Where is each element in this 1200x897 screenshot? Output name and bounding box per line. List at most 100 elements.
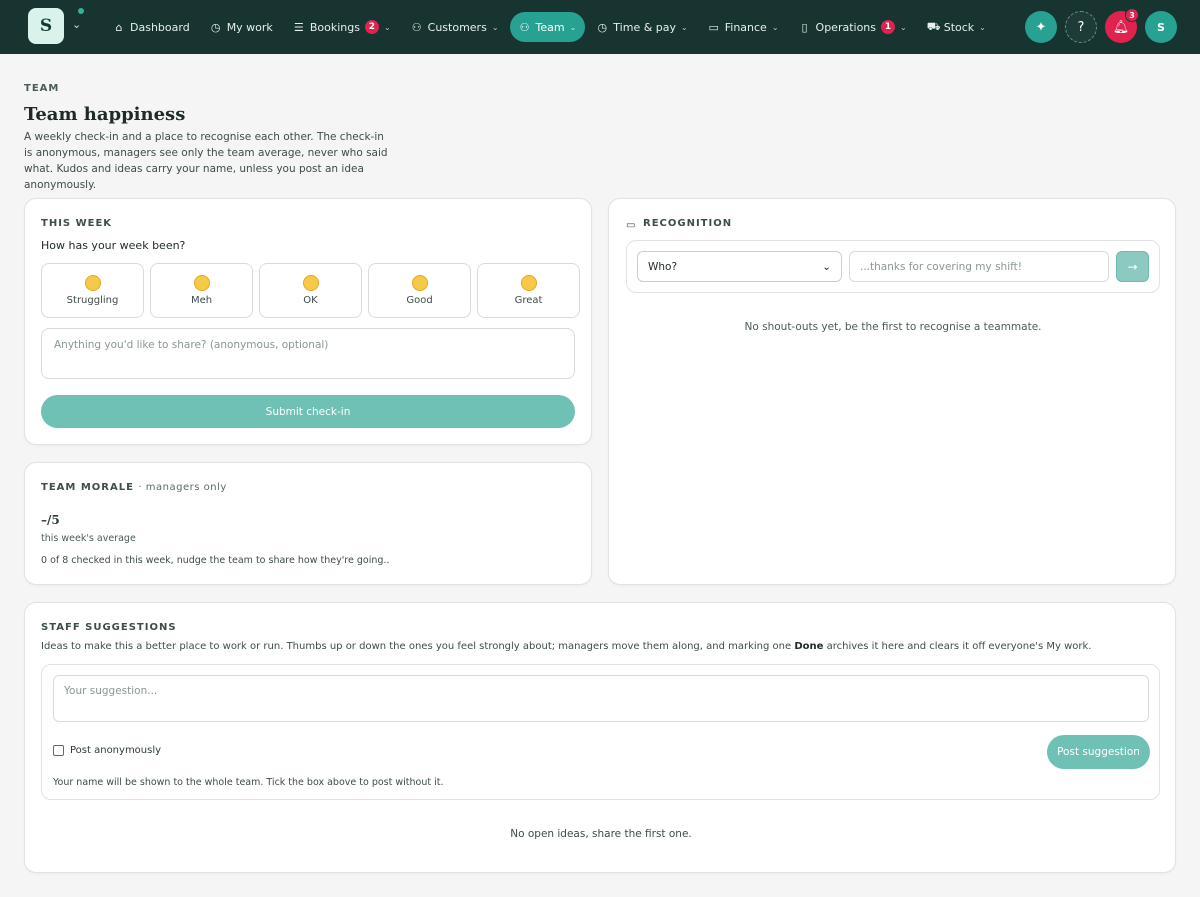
chevron-down-icon: ⌄ (681, 22, 688, 32)
chevron-down-icon: ⌄ (383, 22, 391, 32)
nav-item-label: Bookings (309, 20, 360, 34)
grin-face-icon (520, 275, 537, 291)
mood-label: OK (303, 295, 318, 306)
nav-item-operations[interactable]: ▯ Operations 1 ⌄ (790, 12, 916, 42)
card-icon: ▭ (708, 20, 719, 34)
home-icon: ⌂ (115, 20, 123, 34)
morale-participation-note: 0 of 8 checked in this week, nudge the t… (41, 555, 390, 566)
mood-label: Good (406, 295, 433, 306)
staff-suggestions-card: STAFF SUGGESTIONS Ideas to make this a b… (24, 602, 1176, 873)
mood-option-meh[interactable]: Meh (150, 263, 253, 318)
weekly-checkin-card: THIS WEEK How has your week been? Strugg… (24, 198, 592, 445)
chevron-down-icon: ⌄ (569, 22, 577, 32)
users-icon: ⚇ (411, 20, 422, 34)
clipboard-icon: ▯ (801, 20, 808, 34)
chevron-down-icon[interactable]: ⌄ (72, 18, 81, 31)
arrow-right-icon: → (1127, 259, 1138, 274)
clock-icon: ◷ (210, 20, 221, 34)
mood-option-struggling[interactable]: Struggling (41, 263, 144, 318)
help-icon: ? (1077, 19, 1085, 35)
card-title-text: TEAM MORALE (41, 482, 134, 493)
bell-icon: 🔔︎ (1112, 19, 1130, 35)
nav-item-label: Customers (427, 20, 487, 34)
nav-item-label: Finance (724, 20, 767, 34)
nav-item-my-work[interactable]: ◷ My work (201, 12, 282, 42)
mood-label: Great (514, 295, 543, 306)
submit-checkin-button[interactable]: Submit check-in (41, 395, 575, 428)
send-recognition-button[interactable]: → (1116, 251, 1149, 282)
suggestion-input[interactable] (53, 675, 1149, 722)
notifications-button[interactable]: 🔔︎ 3 (1105, 8, 1139, 43)
chevron-down-icon: ⌄ (900, 22, 907, 32)
nav-item-label: My work (226, 20, 273, 34)
mood-option-good[interactable]: Good (368, 263, 471, 318)
chevron-down-icon: ⌄ (822, 260, 831, 273)
mood-option-ok[interactable]: OK (259, 263, 362, 318)
main-nav: ⌂ Dashboard ◷ My work ☰ Bookings 2 ⌄ ⚇ C… (104, 12, 995, 42)
checkin-comment-input[interactable] (41, 328, 575, 379)
recognition-form: Who? ⌄ → (626, 240, 1160, 293)
top-navigation-bar: S ⌄ ⌂ Dashboard ◷ My work ☰ Bookings 2 ⌄… (0, 0, 1200, 54)
suggestion-form: Post anonymously Post suggestion Your na… (41, 664, 1160, 800)
card-title: RECOGNITION (643, 218, 733, 229)
sad-face-icon (84, 275, 101, 291)
nav-item-label: Team (535, 20, 565, 34)
count-badge: 1 (881, 20, 896, 34)
mood-options: Struggling Meh OK Good Great (41, 263, 580, 318)
status-dot (78, 8, 84, 14)
description-emphasis: Done (794, 641, 824, 652)
sparkle-icon: ✦ (1035, 19, 1047, 35)
chevron-down-icon: ⌄ (979, 22, 986, 32)
nav-item-label: Dashboard (130, 20, 190, 34)
recognition-card: ▭ RECOGNITION Who? ⌄ → No shout-outs yet… (608, 198, 1176, 585)
anonymous-option: Post anonymously (53, 745, 161, 756)
nav-item-label: Time & pay (613, 20, 677, 34)
nav-item-dashboard[interactable]: ⌂ Dashboard (104, 12, 199, 42)
post-anonymously-label[interactable]: Post anonymously (70, 745, 161, 756)
card-title: TEAM MORALE · managers only (41, 482, 227, 493)
nav-item-time-pay[interactable]: ◷ Time & pay ⌄ (587, 12, 696, 42)
user-avatar[interactable]: S (1145, 11, 1177, 43)
mood-option-great[interactable]: Great (477, 263, 580, 318)
team-icon: ⚇ (519, 20, 530, 34)
top-actions: ✦ ? 🔔︎ 3 S (1025, 8, 1177, 43)
list-icon: ☰ (293, 20, 304, 34)
name-visibility-note: Your name will be shown to the whole tea… (53, 777, 444, 788)
nav-item-finance[interactable]: ▭ Finance ⌄ (699, 12, 788, 42)
nav-item-bookings[interactable]: ☰ Bookings 2 ⌄ (284, 12, 400, 42)
nav-item-customers[interactable]: ⚇ Customers ⌄ (402, 12, 508, 42)
page-description: A weekly check-in and a place to recogni… (24, 131, 388, 191)
post-suggestion-button[interactable]: Post suggestion (1047, 735, 1150, 769)
clock-icon: ◷ (597, 20, 608, 34)
nav-item-label: Operations (815, 20, 877, 34)
morale-score: –/5 (41, 513, 60, 527)
nav-item-team[interactable]: ⚇ Team ⌄ (509, 12, 586, 42)
team-morale-card: TEAM MORALE · managers only –/5 this wee… (24, 462, 592, 585)
chevron-down-icon: ⌄ (771, 22, 779, 32)
chat-bubble-icon: ▭ (626, 220, 636, 231)
neutral-face-icon (302, 275, 319, 291)
recognition-empty-state: No shout-outs yet, be the first to recog… (744, 321, 1042, 333)
smile-face-icon (411, 275, 428, 291)
checkin-question: How has your week been? (41, 239, 186, 252)
help-button[interactable]: ? (1065, 11, 1097, 43)
nav-item-label: Stock (943, 20, 975, 34)
recognition-message-input[interactable] (849, 251, 1109, 282)
card-title-qualifier: · managers only (138, 482, 227, 493)
suggestions-empty-state: No open ideas, share the first one. (510, 828, 692, 840)
post-anonymously-checkbox[interactable] (53, 745, 64, 756)
ai-sparkle-button[interactable]: ✦ (1025, 11, 1057, 43)
mood-label: Struggling (66, 295, 119, 306)
page-eyebrow: TEAM (24, 83, 60, 94)
morale-score-label: this week's average (41, 533, 136, 544)
recipient-select-value: Who? (648, 260, 678, 273)
brand-logo[interactable]: S (28, 8, 64, 44)
mood-label: Meh (190, 295, 213, 306)
description-text: Ideas to make this a better place to wor… (41, 641, 795, 652)
nav-item-stock[interactable]: ⛟ Stock ⌄ (918, 12, 995, 42)
page-title: Team happiness (24, 104, 186, 125)
meh-face-icon (193, 275, 210, 291)
recipient-select[interactable]: Who? ⌄ (637, 251, 842, 282)
suggestions-description: Ideas to make this a better place to wor… (41, 641, 1091, 652)
description-text: archives it here and clears it off every… (823, 641, 1092, 652)
